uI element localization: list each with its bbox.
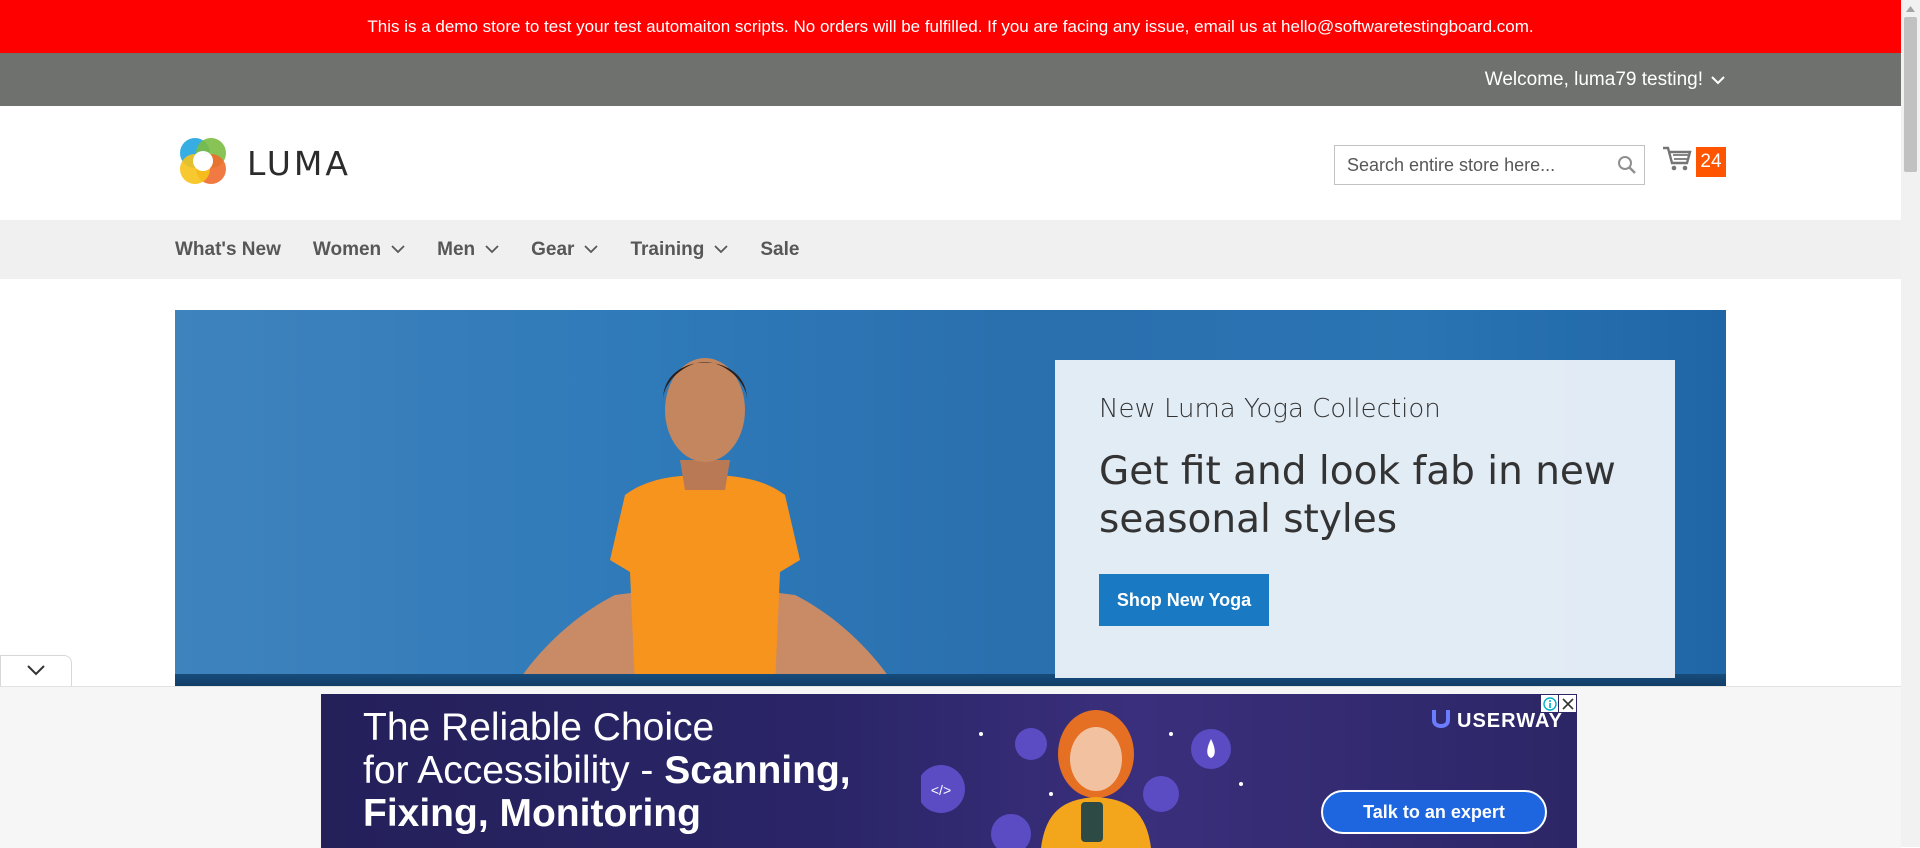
page-scrollbar[interactable] (1901, 0, 1920, 847)
userway-brand-text: USERWAY (1457, 709, 1563, 732)
close-icon[interactable] (1559, 695, 1576, 712)
nav-item-label: What's New (175, 238, 281, 260)
ad-line-3: Fixing, Monitoring (363, 792, 701, 835)
ad-line-2-bold: Scanning, (664, 749, 851, 792)
nav-item-gear[interactable]: Gear (531, 238, 599, 261)
info-icon[interactable] (1541, 695, 1558, 712)
cart-icon (1662, 146, 1692, 177)
hero-content-panel: New Luma Yoga Collection Get fit and loo… (1055, 360, 1675, 678)
ad-headline: The Reliable Choice for Accessibility - … (363, 706, 851, 835)
userway-ad-banner[interactable]: The Reliable Choice for Accessibility - … (321, 694, 1577, 848)
nav-item-label: Sale (760, 238, 800, 260)
scroll-up-arrow-icon[interactable] (1901, 0, 1920, 17)
yoga-model-image (515, 358, 895, 686)
search-input[interactable] (1335, 147, 1610, 183)
scrollbar-thumb[interactable] (1904, 17, 1917, 172)
chevron-down-icon (391, 245, 405, 254)
chevron-down-icon (27, 663, 45, 681)
nav-item-men[interactable]: Men (437, 239, 499, 261)
luma-logo-link[interactable]: LUMA (175, 133, 351, 194)
minicart-link[interactable]: 24 (1662, 146, 1726, 177)
nav-item-training[interactable]: Training (630, 239, 728, 261)
hero-banner[interactable]: New Luma Yoga Collection Get fit and loo… (175, 310, 1726, 686)
chevron-down-icon (714, 245, 728, 254)
chevron-down-icon (485, 245, 499, 254)
userway-logo-icon (1431, 708, 1451, 734)
ad-line-1: The Reliable Choice (363, 706, 715, 749)
shop-new-yoga-button[interactable]: Shop New Yoga (1099, 574, 1269, 626)
search-box[interactable] (1334, 145, 1645, 185)
demo-store-notice: This is a demo store to test your test a… (0, 0, 1901, 53)
customer-welcome-toggle[interactable]: Welcome, luma79 testing! (1485, 53, 1725, 106)
collapse-ad-toggle[interactable] (0, 655, 72, 687)
nav-item-whats-new[interactable]: What's New (175, 239, 281, 261)
page-header: LUMA 24 (0, 106, 1901, 220)
hero-title: Get fit and look fab in new seasonal sty… (1099, 449, 1616, 542)
ad-container: The Reliable Choice for Accessibility - … (0, 686, 1901, 848)
luma-logo-icon (175, 133, 231, 194)
nav-item-women[interactable]: Women (313, 239, 405, 261)
logo-text: LUMA (247, 144, 351, 183)
nav-item-label: Men (437, 238, 476, 260)
svg-text:</>: </> (931, 782, 951, 798)
cart-count-badge: 24 (1696, 146, 1726, 177)
talk-to-expert-button[interactable]: Talk to an expert (1321, 790, 1547, 834)
demo-notice-text: This is a demo store to test your test a… (367, 16, 1534, 36)
ad-line-2: for Accessibility - (363, 749, 665, 792)
hero-subtitle: New Luma Yoga Collection (1099, 394, 1441, 424)
nav-item-label: Gear (531, 238, 575, 260)
welcome-message: Welcome, luma79 testing! (1484, 68, 1703, 90)
ad-illustration: </> (921, 710, 1243, 848)
header-panel: Welcome, luma79 testing! (0, 53, 1901, 106)
main-navigation: What's New Women Men Gear Training Sale (0, 220, 1901, 279)
nav-item-sale[interactable]: Sale (760, 239, 799, 261)
search-icon[interactable] (1610, 147, 1644, 183)
nav-item-label: Training (630, 238, 705, 260)
nav-item-label: Women (312, 238, 382, 260)
chevron-down-icon (584, 245, 599, 254)
chevron-down-icon (1711, 69, 1725, 91)
